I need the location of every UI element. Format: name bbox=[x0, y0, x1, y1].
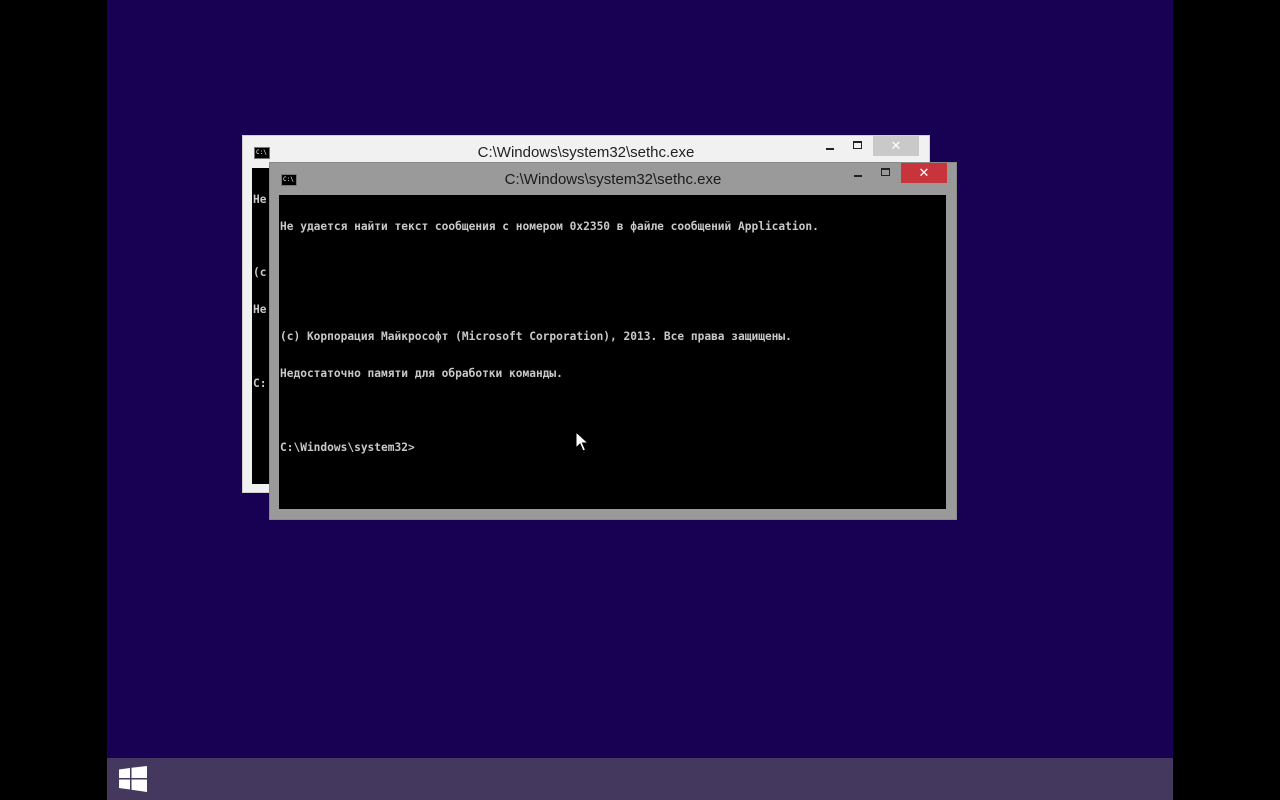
console-line: Не удается найти текст сообщения с номер… bbox=[280, 219, 819, 233]
console-line: (c) Корпорация Майкрософт (Microsoft Cor… bbox=[280, 330, 792, 344]
close-button[interactable]: ✕ bbox=[873, 136, 919, 156]
close-button[interactable]: ✕ bbox=[901, 163, 947, 183]
console-line: Недостаточно памяти для обработки команд… bbox=[280, 367, 563, 381]
minimize-button[interactable] bbox=[817, 136, 843, 156]
title-bar[interactable]: C:\ C:\Windows\system32\sethc.exe ✕ bbox=[270, 163, 956, 195]
taskbar bbox=[107, 758, 1173, 800]
command-prompt[interactable]: C:\Windows\system32> bbox=[280, 441, 946, 454]
minimize-button[interactable] bbox=[845, 163, 871, 183]
arrow-cursor-icon bbox=[575, 431, 589, 452]
console-output[interactable]: Не удается найти текст сообщения с номер… bbox=[279, 195, 946, 509]
maximize-button[interactable] bbox=[873, 163, 899, 183]
console-window-foreground[interactable]: C:\ C:\Windows\system32\sethc.exe ✕ Не у… bbox=[269, 162, 957, 520]
maximize-button[interactable] bbox=[845, 136, 871, 156]
windows-logo-icon[interactable] bbox=[119, 766, 147, 792]
desktop: C:\ C:\Windows\system32\sethc.exe ✕ Не (… bbox=[107, 0, 1173, 800]
